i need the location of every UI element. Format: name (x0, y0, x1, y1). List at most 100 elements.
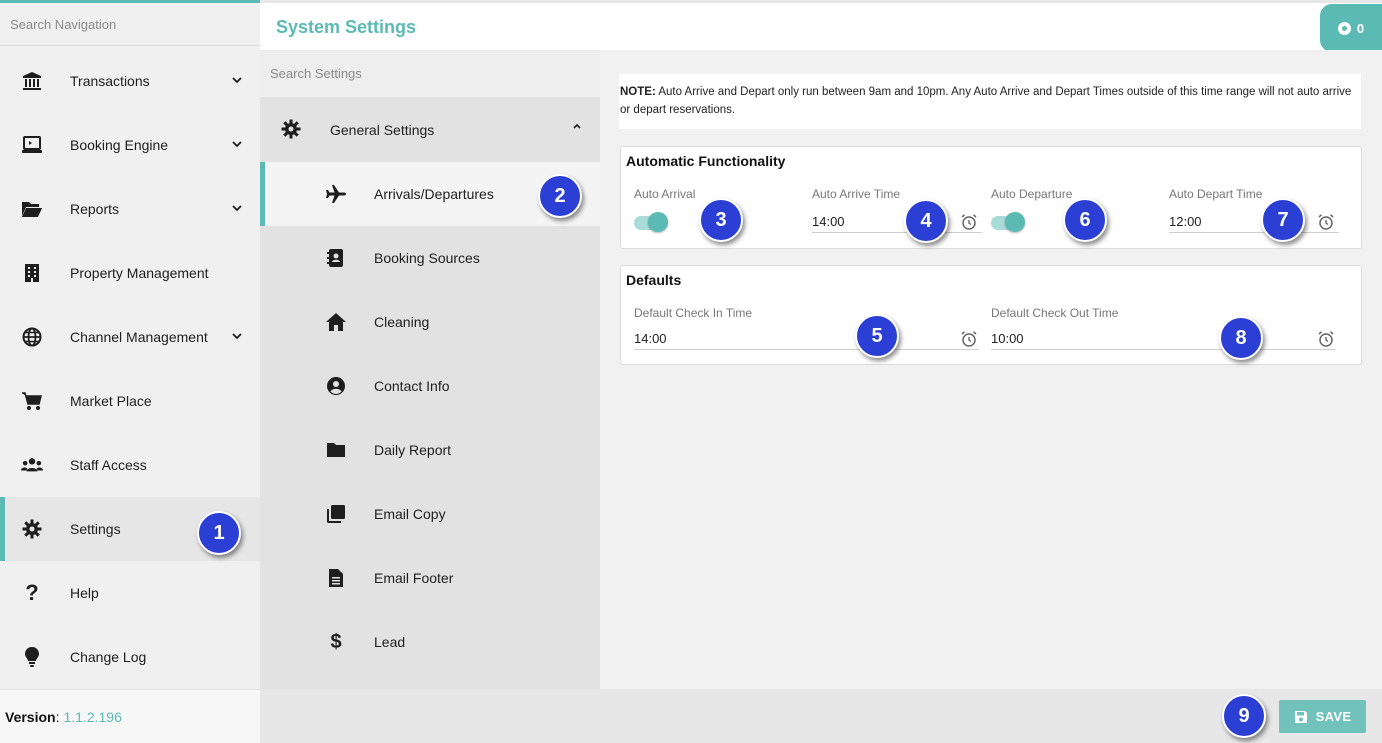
nav-item-transactions[interactable]: Transactions (0, 49, 260, 113)
default-check-out-input[interactable]: 10:00 (991, 328, 1336, 350)
nav-item-label: Change Log (70, 649, 147, 665)
settings-search (260, 50, 600, 97)
default-check-in-input[interactable]: 14:00 (634, 328, 979, 350)
step-marker-5: 5 (855, 314, 899, 358)
auto-depart-time-label: Auto Depart Time (1169, 187, 1263, 201)
nav-search-input[interactable] (0, 3, 260, 45)
settings-item-label: Lead (374, 634, 406, 650)
chevron-down-icon (232, 333, 242, 340)
nav-item-label: Property Management (70, 265, 209, 281)
settings-item-label: Booking Sources (374, 250, 480, 266)
auto-arrive-time-input[interactable]: 14:00 (812, 211, 982, 233)
settings-item-email-copy[interactable]: Email Copy (260, 482, 600, 546)
globe-icon (21, 326, 43, 348)
alarm-clock-icon[interactable] (1317, 213, 1335, 231)
alarm-clock-icon[interactable] (960, 213, 978, 231)
building-icon (21, 262, 43, 284)
chevron-down-icon (232, 205, 242, 212)
chevron-down-icon (232, 77, 242, 84)
nav-item-change-log[interactable]: Change Log (0, 625, 260, 689)
settings-item-lead[interactable]: $ Lead (260, 610, 600, 674)
nav-item-label: Reports (70, 201, 120, 217)
lightbulb-icon (21, 646, 43, 668)
toggle-knob (1005, 212, 1025, 232)
notification-count: 0 (1356, 20, 1365, 36)
save-button-label: SAVE (1315, 709, 1352, 724)
auto-departure-label: Auto Departure (991, 187, 1073, 201)
card-title: Defaults (626, 272, 682, 288)
settings-item-daily-report[interactable]: Daily Report (260, 418, 600, 482)
home-icon (325, 311, 347, 333)
alarm-clock-icon[interactable] (960, 330, 978, 348)
save-button[interactable]: SAVE (1279, 700, 1366, 733)
step-marker-3: 3 (699, 198, 743, 242)
nav-item-channel-management[interactable]: Channel Management (0, 305, 260, 369)
settings-item-label: Email Footer (374, 570, 454, 586)
version-info: Version : 1.1.2.196 (0, 689, 260, 743)
folder-open-icon (21, 198, 43, 220)
auto-arrival-toggle[interactable] (634, 210, 668, 232)
toggle-knob (648, 212, 668, 232)
airplane-icon (325, 183, 347, 205)
settings-item-email-footer[interactable]: Email Footer (260, 546, 600, 610)
settings-item-label: Cleaning (374, 314, 430, 330)
settings-navigation: General Settings Arrivals/Departures Boo… (260, 50, 600, 689)
note-text: Auto Arrive and Depart only run between … (620, 86, 1352, 116)
document-icon (325, 567, 347, 589)
nav-item-reports[interactable]: Reports (0, 177, 260, 241)
nav-item-help[interactable]: ? Help (0, 561, 260, 625)
step-marker-4: 4 (904, 199, 948, 243)
settings-content: NOTE: Auto Arrive and Depart only run be… (600, 50, 1382, 689)
chevron-down-icon (232, 141, 242, 148)
auto-departure-toggle[interactable] (991, 210, 1025, 232)
nav-item-label: Transactions (70, 73, 150, 89)
note-label: NOTE: (620, 86, 656, 98)
settings-item-contact-info[interactable]: Contact Info (260, 354, 600, 418)
notification-icon (1337, 21, 1351, 35)
bank-icon (21, 70, 43, 92)
folder-icon (325, 439, 347, 461)
cart-icon (21, 390, 43, 412)
auto-arrive-time-label: Auto Arrive Time (812, 187, 901, 201)
step-marker-2: 2 (538, 174, 582, 218)
footer-bar: SAVE (260, 689, 1382, 743)
alarm-clock-icon[interactable] (1317, 330, 1335, 348)
gear-icon (21, 518, 43, 540)
step-marker-7: 7 (1261, 198, 1305, 242)
card-title: Automatic Functionality (626, 153, 786, 169)
nav-item-label: Settings (70, 521, 121, 537)
nav-item-booking-engine[interactable]: Booking Engine (0, 113, 260, 177)
nav-item-label: Channel Management (70, 329, 208, 345)
step-marker-1: 1 (197, 511, 241, 555)
settings-group-label: General Settings (330, 122, 435, 138)
settings-item-cleaning[interactable]: Cleaning (260, 290, 600, 354)
page-header: System Settings 0 (260, 0, 1382, 52)
step-marker-6: 6 (1063, 198, 1107, 242)
step-marker-9: 9 (1222, 694, 1266, 738)
nav-item-label: Booking Engine (70, 137, 169, 153)
chevron-up-icon (573, 123, 581, 129)
default-check-out-label: Default Check Out Time (991, 306, 1119, 320)
settings-search-input[interactable] (260, 50, 600, 97)
copy-icon (325, 503, 347, 525)
page-title: System Settings (276, 17, 417, 37)
settings-group-general[interactable]: General Settings (260, 98, 600, 162)
settings-item-label: Contact Info (374, 378, 450, 394)
nav-item-property-management[interactable]: Property Management (0, 241, 260, 305)
users-icon (21, 454, 43, 476)
version-separator: : (55, 708, 60, 725)
auto-depart-time-input[interactable]: 12:00 (1169, 211, 1339, 233)
contact-book-icon (325, 247, 347, 269)
settings-item-label: Daily Report (374, 442, 452, 458)
settings-item-label: Email Copy (374, 506, 446, 522)
version-value: 1.1.2.196 (63, 708, 122, 725)
nav-item-market-place[interactable]: Market Place (0, 369, 260, 433)
nav-search (0, 3, 260, 46)
laptop-icon (21, 134, 43, 156)
gear-icon (281, 119, 303, 141)
nav-item-staff-access[interactable]: Staff Access (0, 433, 260, 497)
settings-item-booking-sources[interactable]: Booking Sources (260, 226, 600, 290)
notification-button[interactable]: 0 (1320, 4, 1382, 52)
account-circle-icon (325, 375, 347, 397)
version-label: Version (5, 708, 56, 725)
